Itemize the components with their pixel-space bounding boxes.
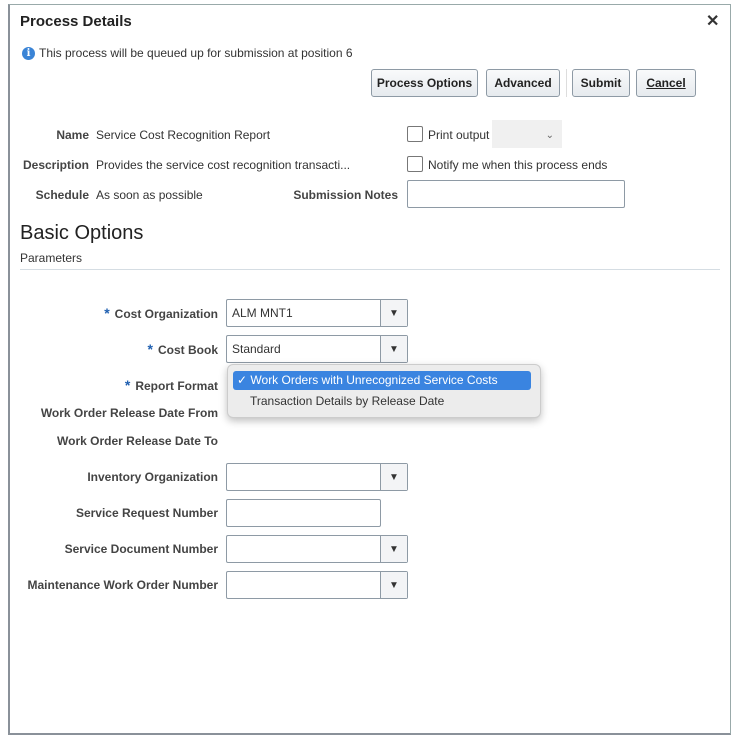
select-value: ALM MNT1 — [232, 306, 293, 320]
wo-release-to-label: Work Order Release Date To — [57, 434, 218, 448]
submission-notes-label: Submission Notes — [293, 188, 398, 202]
cost-book-select[interactable]: Standard ▼ — [226, 335, 408, 363]
maintenance-wo-label: Maintenance Work Order Number — [27, 578, 219, 592]
option[interactable]: Transaction Details by Release Date — [233, 392, 531, 411]
select-value: Standard — [232, 342, 281, 356]
option-selected[interactable]: ✓ Work Orders with Unrecognized Service … — [233, 371, 531, 390]
maintenance-wo-select[interactable]: ▼ — [226, 571, 408, 599]
dropdown-arrow-icon[interactable]: ▼ — [380, 464, 407, 490]
dropdown-arrow-icon[interactable]: ▼ — [380, 536, 407, 562]
divider — [566, 69, 567, 97]
print-output-label: Print output — [428, 128, 490, 142]
report-format-label: * Report Format — [124, 377, 218, 393]
cancel-button[interactable]: Cancel — [636, 69, 696, 97]
process-options-button[interactable]: Process Options — [371, 69, 478, 97]
service-document-select[interactable]: ▼ — [226, 535, 408, 563]
print-output-select[interactable]: ⌄ — [492, 120, 562, 148]
report-format-dropdown: ✓ Work Orders with Unrecognized Service … — [227, 364, 541, 418]
dropdown-arrow-icon[interactable]: ▼ — [380, 336, 407, 362]
wo-release-from-label: Work Order Release Date From — [40, 406, 218, 420]
check-icon: ✓ — [237, 373, 248, 387]
schedule-label: Schedule — [35, 188, 89, 202]
dropdown-arrow-icon[interactable]: ▼ — [380, 572, 407, 598]
cost-organization-select[interactable]: ALM MNT1 ▼ — [226, 299, 408, 327]
submission-notes-input[interactable] — [407, 180, 625, 208]
divider — [20, 269, 720, 270]
inventory-org-label: Inventory Organization — [87, 470, 218, 484]
info-text: This process will be queued up for submi… — [39, 46, 353, 60]
service-request-label: Service Request Number — [75, 506, 218, 520]
description-label: Description — [22, 158, 89, 172]
cost-book-label: * Cost Book — [147, 341, 218, 357]
info-message: i This process will be queued up for subm… — [22, 46, 353, 60]
notify-label: Notify me when this process ends — [428, 158, 608, 172]
print-output-checkbox[interactable] — [407, 126, 423, 142]
service-document-label: Service Document Number — [64, 542, 218, 556]
info-icon: i — [22, 46, 35, 60]
chevron-down-icon: ⌄ — [545, 130, 554, 141]
section-title: Basic Options — [20, 222, 144, 244]
schedule-value: As soon as possible — [96, 188, 203, 202]
inventory-org-select[interactable]: ▼ — [226, 463, 408, 491]
submit-button[interactable]: Submit — [572, 69, 630, 97]
section-subtitle: Parameters — [20, 251, 83, 265]
cost-organization-label: * Cost Organization — [104, 305, 218, 321]
process-details-dialog: Process Details ✕ i This process will be … — [8, 4, 731, 735]
name-value: Service Cost Recognition Report — [96, 128, 271, 142]
name-label: Name — [56, 128, 89, 142]
notify-checkbox[interactable] — [407, 156, 423, 172]
description-value: Provides the service cost recognition tr… — [96, 158, 351, 172]
advanced-button[interactable]: Advanced — [486, 69, 560, 97]
close-icon[interactable]: ✕ — [706, 11, 719, 31]
service-request-input[interactable] — [226, 499, 381, 527]
dropdown-arrow-icon[interactable]: ▼ — [380, 300, 407, 326]
dialog-title: Process Details — [20, 13, 132, 30]
